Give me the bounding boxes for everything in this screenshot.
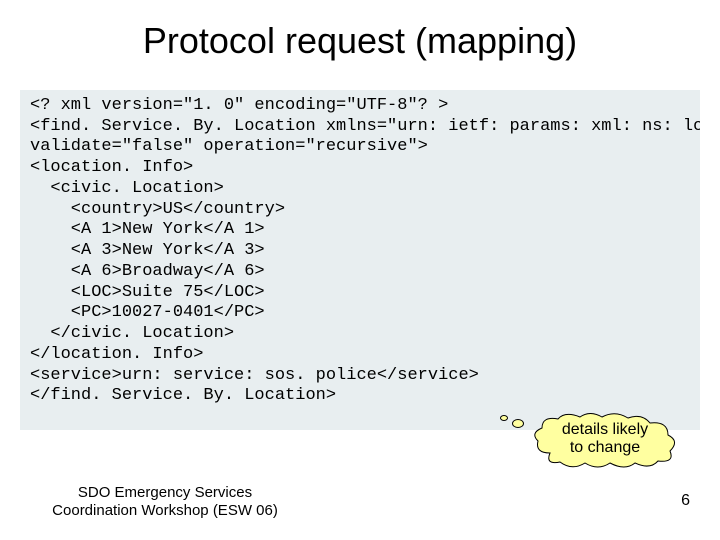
code-block: <? xml version="1. 0" encoding="UTF-8"? … [20,90,700,430]
callout: details likely to change [500,405,700,485]
code-line: </find. Service. By. Location> [30,386,336,405]
code-line: <? xml version="1. 0" encoding="UTF-8"? … [30,96,448,115]
code-line: <PC>10027-0401</PC> [30,303,265,322]
page-number: 6 [681,492,690,510]
footer-line: SDO Emergency Services [78,484,252,501]
slide-title: Protocol request (mapping) [0,20,720,62]
code-line: <A 1>New York</A 1> [30,220,265,239]
callout-line: details likely [562,421,648,438]
code-line: <country>US</country> [30,200,285,219]
code-line: <A 3>New York</A 3> [30,241,265,260]
slide: Protocol request (mapping) <? xml versio… [0,0,720,540]
code-line: validate="false" operation="recursive"> [30,137,428,156]
code-line: <civic. Location> [30,179,224,198]
code-line: </location. Info> [30,345,203,364]
code-line: <find. Service. By. Location xmlns="urn:… [30,117,700,136]
callout-line: to change [570,439,640,456]
code-line: <service>urn: service: sos. police</serv… [30,366,479,385]
code-line: </civic. Location> [30,324,234,343]
footer-line: Coordination Workshop (ESW 06) [52,502,278,519]
thought-cloud-icon: details likely to change [530,413,680,468]
code-line: <A 6>Broadway</A 6> [30,262,265,281]
code-line: <location. Info> [30,158,193,177]
code-line: <LOC>Suite 75</LOC> [30,283,265,302]
footer-left: SDO Emergency Services Coordination Work… [35,484,295,520]
callout-text: details likely to change [530,421,680,458]
